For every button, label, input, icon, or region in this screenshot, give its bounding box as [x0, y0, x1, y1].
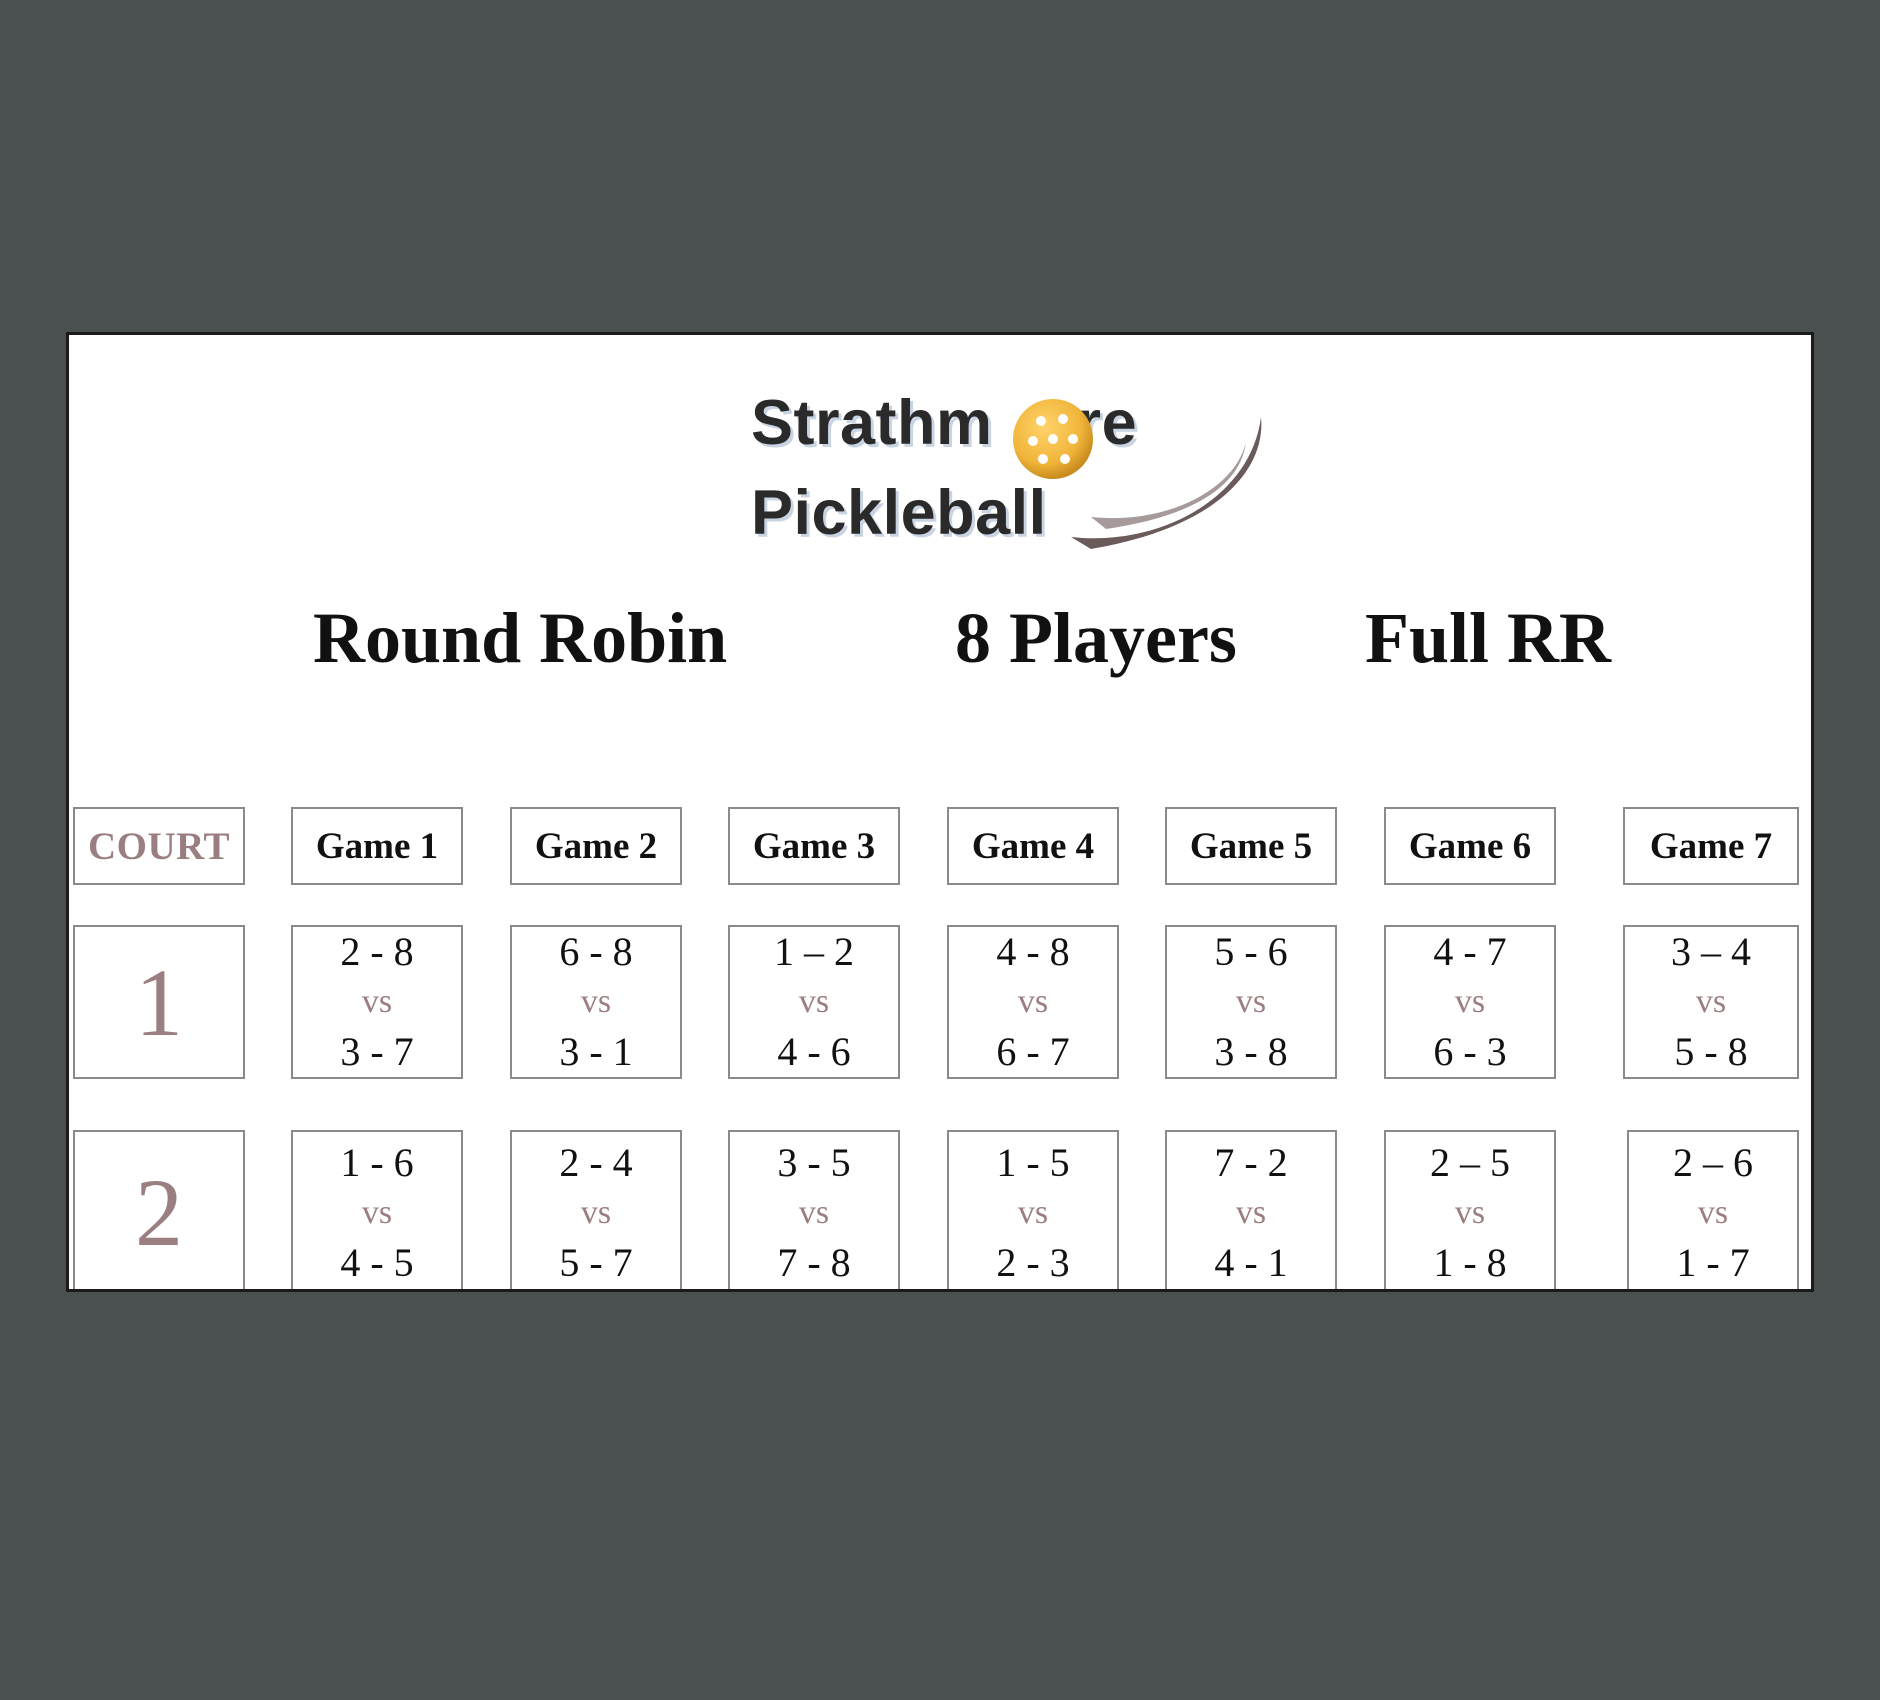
- team-2: 1 - 7: [1676, 1239, 1750, 1285]
- team-1: 4 - 7: [1433, 929, 1507, 974]
- team-1: 7 - 2: [1214, 1139, 1288, 1185]
- team-2: 3 - 1: [559, 1029, 633, 1074]
- court-number: 2: [73, 1130, 245, 1289]
- team-2: 5 - 7: [559, 1239, 633, 1285]
- team-2: 7 - 8: [777, 1239, 851, 1285]
- vs-label: vs: [1454, 983, 1486, 1020]
- team-2: 4 - 6: [777, 1029, 851, 1074]
- team-2: 4 - 5: [340, 1239, 414, 1285]
- team-1: 2 - 4: [559, 1139, 633, 1185]
- team-1: 3 - 5: [777, 1139, 851, 1185]
- players-count: 8 Players: [955, 598, 1237, 678]
- match-cell: 1 – 2 vs 4 - 6: [728, 925, 900, 1079]
- vs-label: vs: [798, 983, 830, 1020]
- logo-text-start: Strathm: [751, 388, 993, 458]
- match-cell: 2 – 5 vs 1 - 8: [1384, 1130, 1556, 1289]
- game-header-2: Game 2: [510, 807, 682, 885]
- team-1: 2 - 8: [340, 929, 414, 974]
- vs-label: vs: [798, 1193, 830, 1231]
- team-1: 1 – 2: [774, 929, 854, 974]
- team-2: 1 - 8: [1433, 1239, 1507, 1285]
- page-title: Round Robin: [313, 598, 728, 678]
- team-1: 6 - 8: [559, 929, 633, 974]
- vs-label: vs: [580, 983, 612, 1020]
- game-header-6: Game 6: [1384, 807, 1556, 885]
- team-2: 3 - 7: [340, 1029, 414, 1074]
- team-2: 3 - 8: [1214, 1029, 1288, 1074]
- court-number: 1: [73, 925, 245, 1079]
- team-2: 6 - 3: [1433, 1029, 1507, 1074]
- vs-label: vs: [1695, 983, 1727, 1020]
- vs-label: vs: [1235, 1193, 1267, 1231]
- vs-label: vs: [580, 1193, 612, 1231]
- format-label: Full RR: [1365, 598, 1612, 678]
- logo: Strathm re Pickleball: [751, 387, 1331, 577]
- logo-line2: Pickleball: [751, 478, 1047, 548]
- team-1: 5 - 6: [1214, 929, 1288, 974]
- match-cell: 1 - 6 vs 4 - 5: [291, 1130, 463, 1289]
- match-cell: 1 - 5 vs 2 - 3: [947, 1130, 1119, 1289]
- game-header-1: Game 1: [291, 807, 463, 885]
- team-1: 1 - 5: [996, 1139, 1070, 1185]
- team-1: 2 – 6: [1673, 1139, 1753, 1185]
- vs-label: vs: [1017, 983, 1049, 1020]
- match-cell: 4 - 7 vs 6 - 3: [1384, 925, 1556, 1079]
- team-1: 1 - 6: [340, 1139, 414, 1185]
- vs-label: vs: [1454, 1193, 1486, 1231]
- vs-label: vs: [1235, 983, 1267, 1020]
- game-header-7: Game 7: [1623, 807, 1799, 885]
- team-1: 3 – 4: [1671, 929, 1751, 974]
- court-header: COURT: [73, 807, 245, 885]
- vs-label: vs: [1017, 1193, 1049, 1231]
- match-cell: 2 – 6 vs 1 - 7: [1627, 1130, 1799, 1289]
- game-header-5: Game 5: [1165, 807, 1337, 885]
- game-header-4: Game 4: [947, 807, 1119, 885]
- pickleball-icon: [1013, 399, 1093, 479]
- match-cell: 7 - 2 vs 4 - 1: [1165, 1130, 1337, 1289]
- match-cell: 2 - 8 vs 3 - 7: [291, 925, 463, 1079]
- game-header-3: Game 3: [728, 807, 900, 885]
- match-cell: 3 – 4 vs 5 - 8: [1623, 925, 1799, 1079]
- match-cell: 5 - 6 vs 3 - 8: [1165, 925, 1337, 1079]
- team-2: 2 - 3: [996, 1239, 1070, 1285]
- team-2: 6 - 7: [996, 1029, 1070, 1074]
- match-cell: 3 - 5 vs 7 - 8: [728, 1130, 900, 1289]
- match-cell: 2 - 4 vs 5 - 7: [510, 1130, 682, 1289]
- vs-label: vs: [361, 1193, 393, 1231]
- team-1: 2 – 5: [1430, 1139, 1510, 1185]
- match-cell: 6 - 8 vs 3 - 1: [510, 925, 682, 1079]
- vs-label: vs: [1697, 1193, 1729, 1231]
- vs-label: vs: [361, 983, 393, 1020]
- team-2: 4 - 1: [1214, 1239, 1288, 1285]
- team-1: 4 - 8: [996, 929, 1070, 974]
- schedule-sheet: Strathm re Pickleball Round Robin 8 Playe…: [66, 332, 1814, 1292]
- match-cell: 4 - 8 vs 6 - 7: [947, 925, 1119, 1079]
- team-2: 5 - 8: [1674, 1029, 1748, 1074]
